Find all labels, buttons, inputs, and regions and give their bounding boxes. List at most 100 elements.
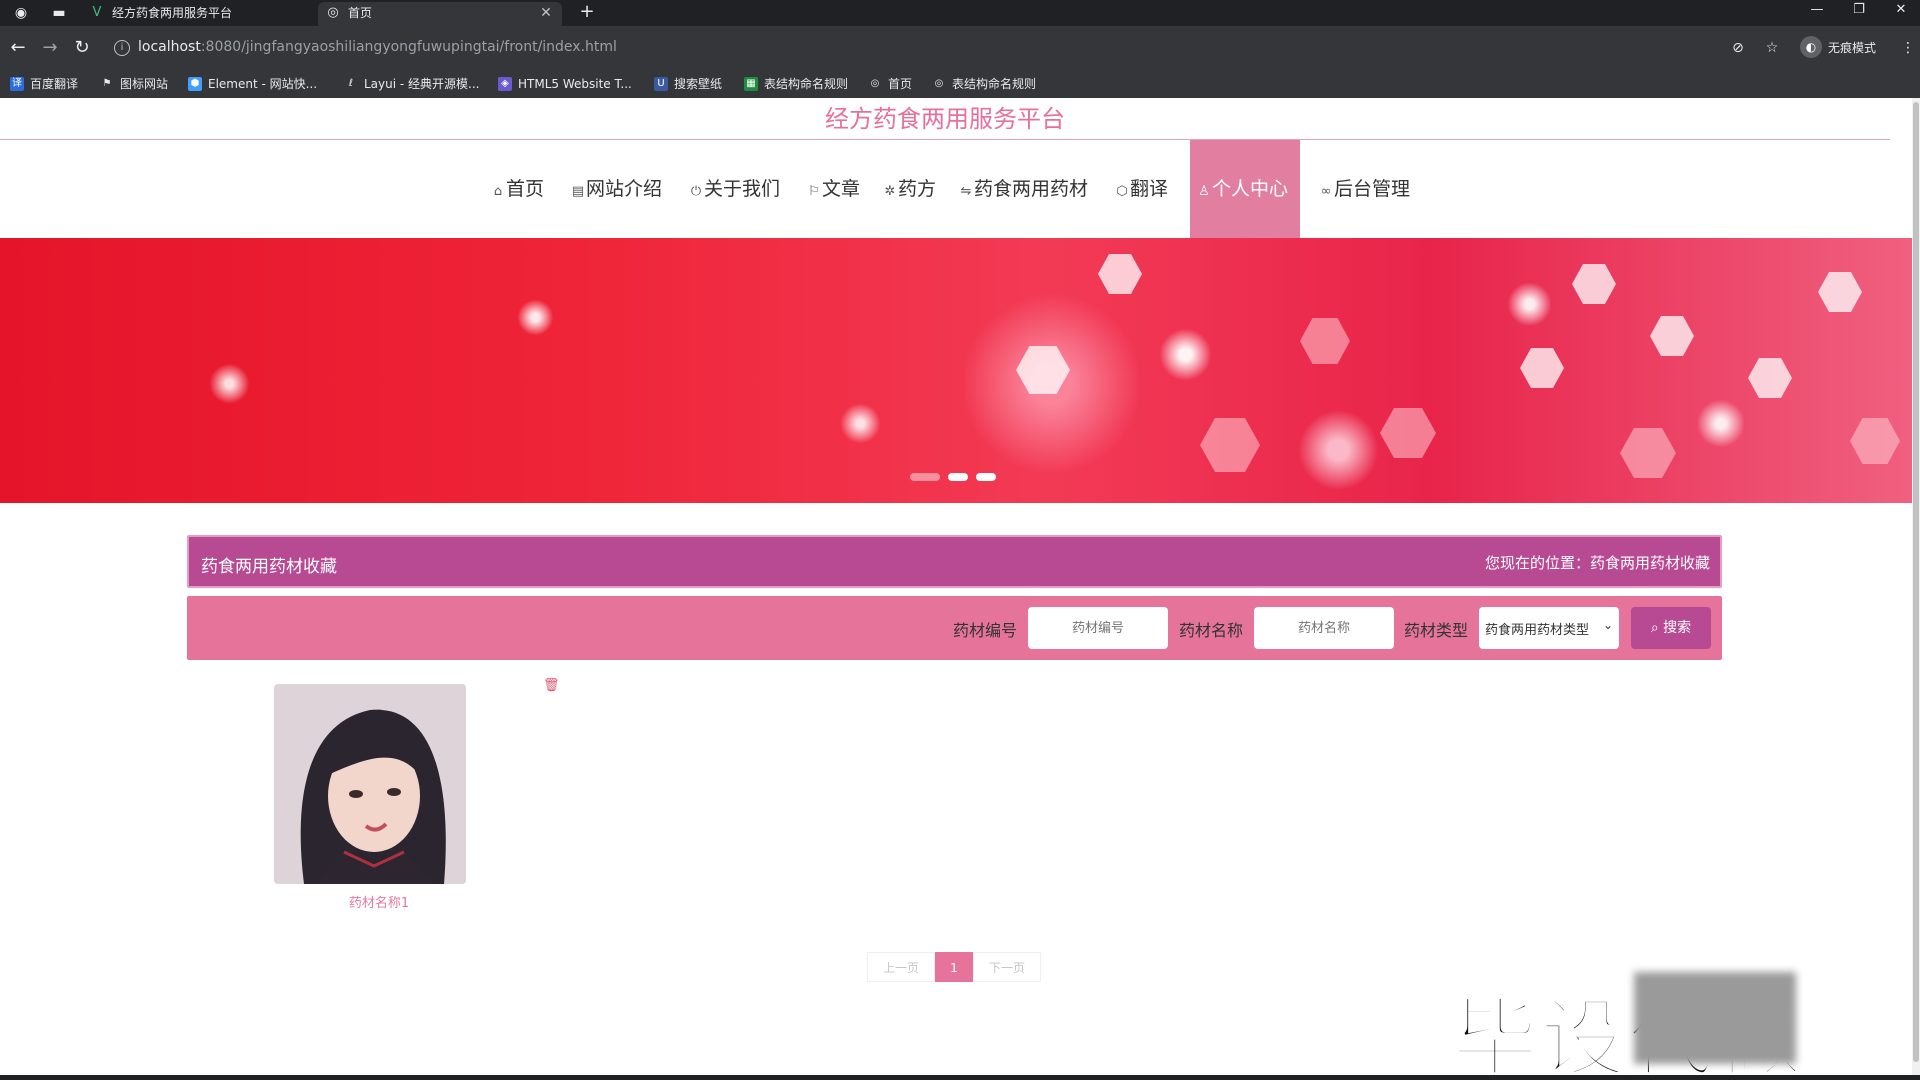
search-icon: ⌕ xyxy=(1650,620,1664,636)
tab-home[interactable]: ◎ 首页 ✕ xyxy=(318,2,562,26)
site-title: 经方药食两用服务平台 xyxy=(0,98,1890,140)
home-icon: ⌂ xyxy=(493,184,503,199)
nav-item-herbs[interactable]: ⇋ 药食两用药材 xyxy=(958,140,1088,238)
search-button[interactable]: ⌕ 搜索 xyxy=(1631,607,1711,649)
bookmark-item[interactable]: ▦ 表结构命名规则 xyxy=(744,76,848,92)
nav-item-personal-center[interactable]: ♙ 个人中心 xyxy=(1190,140,1300,238)
watermark-visible: 毕设 xyxy=(1451,988,1628,1076)
code-label: 药材编号 xyxy=(953,621,1018,640)
bookmark-item[interactable]: ⬢ Element - 网站快... xyxy=(188,76,317,92)
sheet-icon: ▦ xyxy=(744,77,758,91)
incognito-icon: ◐ xyxy=(1800,36,1822,58)
eye-off-icon[interactable]: ⊘ xyxy=(1728,38,1748,58)
nav-item-admin[interactable]: ∞ 后台管理 xyxy=(1318,140,1410,238)
user-icon: ♙ xyxy=(1198,184,1210,199)
bokeh-decoration xyxy=(1572,264,1616,304)
nav-item-home[interactable]: ⌂ 首页 xyxy=(490,140,544,238)
bookmark-label: Layui - 经典开源模... xyxy=(364,77,480,91)
wallpaper-icon: U xyxy=(654,77,668,91)
star-icon[interactable]: ☆ xyxy=(1762,38,1782,58)
nav-item-prescriptions[interactable]: ✲ 药方 xyxy=(882,140,936,238)
main-nav: ⌂ 首页 ▤网站介绍 ⏻ 关于我们 ⚐ 文章 ✲ 药方 ⇋ 药食两用药材 ⬡ 翻译 ♙ 个人中… xyxy=(0,140,1910,238)
nav-label: 关于我们 xyxy=(704,178,781,200)
bookmark-item[interactable]: ◎ 表结构命名规则 xyxy=(932,76,1036,92)
layui-icon: ℓ xyxy=(348,78,354,89)
page: 经方药食两用服务平台 ⌂ 首页 ▤网站介绍 ⏻ 关于我们 ⚐ 文章 ✲ 药方 ⇋ 药食两用… xyxy=(0,98,1920,1075)
vue-icon: V xyxy=(92,5,102,20)
globe-icon: ◎ xyxy=(934,78,944,89)
tab-site[interactable]: V 经方药食两用服务平台 ✕ xyxy=(82,2,344,26)
nav-label: 个人中心 xyxy=(1212,178,1289,200)
tab-title: 首页 xyxy=(348,6,373,20)
page-number[interactable]: 1 xyxy=(935,952,973,982)
bookmark-label: 搜索壁纸 xyxy=(674,77,723,91)
restore-icon[interactable]: ❐ xyxy=(1842,0,1876,22)
bookmark-item[interactable]: 译百度翻译 xyxy=(10,76,78,92)
carousel-dot[interactable] xyxy=(910,473,940,481)
next-page-button[interactable]: 下一页 xyxy=(973,952,1041,982)
profile-label: 无痕模式 xyxy=(1828,41,1877,55)
code-input[interactable] xyxy=(1028,607,1168,649)
nav-item-articles[interactable]: ⚐ 文章 xyxy=(806,140,860,238)
search-form: 药材编号 药材名称 药材类型 药食两用药材类型 ⌄ ⌕ 搜索 xyxy=(187,596,1722,660)
breadcrumb-label: 您现在的位置： xyxy=(1484,554,1590,572)
bookmark-label: 首页 xyxy=(888,77,913,91)
url-text: localhost:8080/jingfangyaoshiliangyongfu… xyxy=(138,39,617,55)
banner-carousel[interactable] xyxy=(0,238,1912,503)
close-window-icon[interactable]: ✕ xyxy=(1884,0,1918,22)
reload-icon[interactable]: ↻ xyxy=(70,36,94,60)
scrollbar-thumb[interactable] xyxy=(1913,102,1919,1062)
section-header: 药食两用药材收藏 您现在的位置：药食两用药材收藏 xyxy=(187,535,1722,588)
chrome-menu-icon[interactable]: ◉ xyxy=(12,4,30,22)
nav-label: 翻译 xyxy=(1130,178,1169,200)
url-host: localhost xyxy=(138,39,201,55)
bookmark-label: 百度翻译 xyxy=(30,77,79,91)
sliders-icon: ⇋ xyxy=(960,184,972,199)
bokeh-decoration xyxy=(1748,358,1792,398)
new-tab-button[interactable]: + xyxy=(576,2,598,24)
info-icon[interactable]: i xyxy=(114,40,130,56)
tab-strip: ◉ ▬ V 经方药食两用服务平台 ✕ ◎ 首页 ✕ + — ❐ ✕ xyxy=(0,0,1920,26)
type-select[interactable]: 药食两用药材类型 ⌄ xyxy=(1479,607,1619,649)
browser-chrome: ◉ ▬ V 经方药食两用服务平台 ✕ ◎ 首页 ✕ + — ❐ ✕ ← → ↻ … xyxy=(0,0,1920,98)
nav-item-about[interactable]: ⏻ 关于我们 xyxy=(688,140,780,238)
carousel-dot[interactable] xyxy=(976,473,996,481)
type-selected-value: 药食两用药材类型 xyxy=(1485,623,1590,638)
bookmark-label: Element - 网站快... xyxy=(208,77,318,91)
back-icon[interactable]: ← xyxy=(6,36,30,60)
bookmark-label: 图标网站 xyxy=(120,77,169,91)
bookmark-item[interactable]: ◎ 首页 xyxy=(868,76,912,92)
flag-icon: ⚑ xyxy=(102,78,112,89)
bookmark-item[interactable]: ◈ HTML5 Website T... xyxy=(498,76,632,92)
page-scrollbar[interactable] xyxy=(1912,98,1920,1075)
nav-item-intro[interactable]: ▤网站介绍 xyxy=(570,140,662,238)
minimize-icon[interactable]: — xyxy=(1800,0,1834,22)
more-menu-icon[interactable]: ⋮ xyxy=(1898,38,1918,58)
url-path: :8080/jingfangyaoshiliangyongfuwupingtai… xyxy=(200,39,617,55)
bokeh-decoration xyxy=(1016,346,1070,394)
globe-icon: ◎ xyxy=(327,5,339,20)
item-name[interactable]: 药材名称1 xyxy=(274,892,484,911)
close-icon[interactable]: ✕ xyxy=(538,2,554,24)
breadcrumb: 您现在的位置：药食两用药材收藏 xyxy=(1485,552,1710,573)
tab-title: 经方药食两用服务平台 xyxy=(112,6,233,20)
breadcrumb-current[interactable]: 药食两用药材收藏 xyxy=(1590,554,1710,572)
bookmark-label: 表结构命名规则 xyxy=(952,77,1037,91)
address-bar[interactable]: i localhost:8080/jingfangyaoshiliangyong… xyxy=(108,33,1748,63)
bookmark-item[interactable]: ℓ Layui - 经典开源模... xyxy=(344,76,480,92)
nav-item-translate[interactable]: ⬡ 翻译 xyxy=(1114,140,1168,238)
name-input[interactable] xyxy=(1254,607,1394,649)
bokeh-decoration xyxy=(1818,272,1862,312)
carousel-dot[interactable] xyxy=(948,473,968,481)
mosaic-blur xyxy=(1634,972,1796,1064)
forward-icon[interactable]: → xyxy=(38,36,62,60)
prev-page-button[interactable]: 上一页 xyxy=(867,952,935,982)
bokeh-decoration xyxy=(1850,418,1900,464)
nav-label: 网站介绍 xyxy=(586,178,663,200)
delete-icon[interactable]: 🗑 xyxy=(543,678,560,694)
bookmark-item[interactable]: U 搜索壁纸 xyxy=(654,76,722,92)
item-photo[interactable] xyxy=(274,684,466,884)
bokeh-decoration xyxy=(1520,348,1564,388)
bookmark-item[interactable]: ⚑ 图标网站 xyxy=(100,76,169,92)
tab-search-icon[interactable]: ▬ xyxy=(50,4,68,22)
